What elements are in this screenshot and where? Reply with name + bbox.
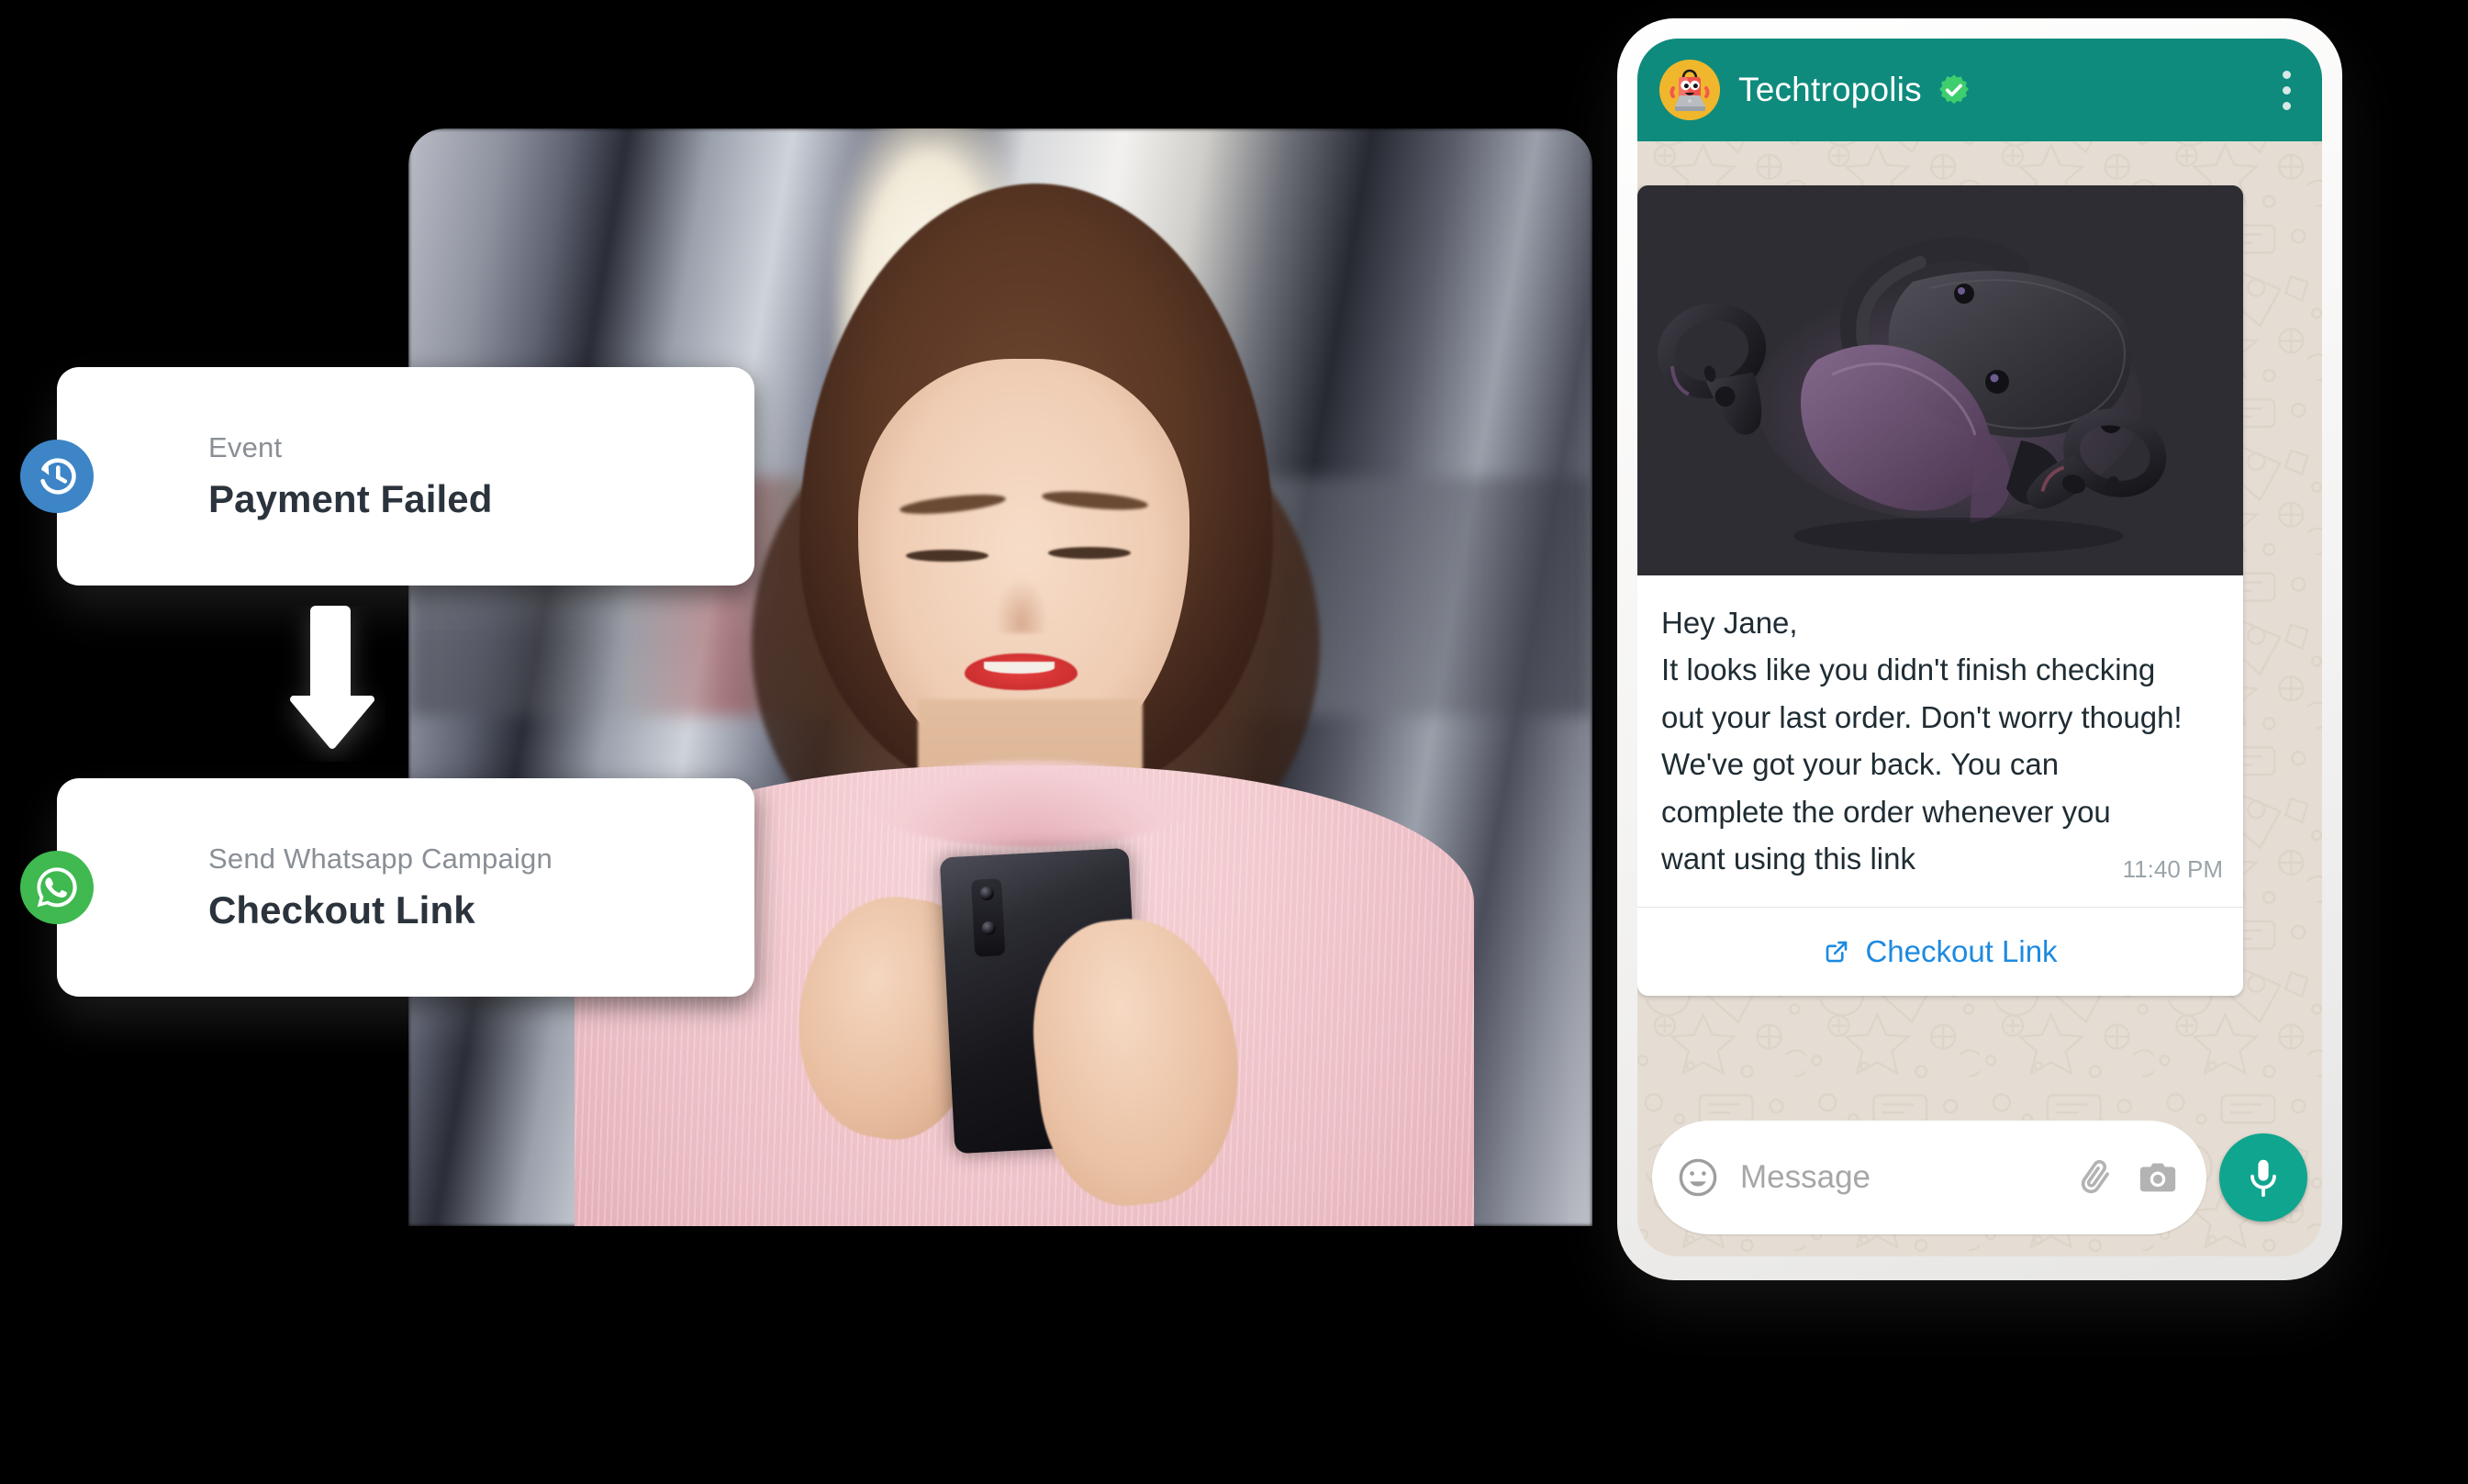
checkout-link-label: Checkout Link: [1865, 933, 2058, 968]
hero-photo: Smiling young woman in a pink knit sweat…: [408, 128, 1592, 1226]
message-line: complete the order whenever you: [1661, 794, 2111, 829]
chat-message-text: Hey Jane, It looks like you didn't finis…: [1637, 575, 2243, 892]
external-link-icon: [1823, 938, 1850, 965]
chat-message-bubble: Hey Jane, It looks like you didn't finis…: [1637, 185, 2243, 996]
photo-person: [408, 128, 1592, 1226]
message-line: It looks like you didn't finish checking: [1661, 653, 2156, 687]
shopping-bag-mascot-avatar[interactable]: [1659, 60, 1720, 120]
message-line: Hey Jane,: [1661, 606, 1798, 640]
vr-headset-product-image[interactable]: [1637, 185, 2243, 575]
screenshot-stage: Smiling young woman in a pink knit sweat…: [0, 0, 2468, 1484]
camera-icon[interactable]: [2137, 1156, 2179, 1199]
paperclip-icon[interactable]: [2074, 1156, 2116, 1199]
arrow-down-icon: [275, 606, 385, 762]
person-collar: [870, 759, 1190, 848]
flow-card-title: Checkout Link: [208, 888, 475, 932]
smartphone-camera-module: [970, 878, 1006, 957]
flow-card-title: Payment Failed: [208, 477, 493, 521]
message-input-placeholder: Message: [1740, 1159, 1871, 1195]
phone-screen: Techtropolis Hey Jane, It looks like you…: [1637, 39, 2322, 1256]
flow-card-subtitle: Send Whatsapp Campaign: [208, 842, 553, 876]
message-line: We've got your back. You can: [1661, 747, 2060, 782]
microphone-icon[interactable]: [2219, 1133, 2307, 1222]
whatsapp-icon: [20, 851, 94, 924]
emoji-smiley-icon[interactable]: [1676, 1155, 1720, 1199]
phone-mockup: Techtropolis Hey Jane, It looks like you…: [1617, 18, 2342, 1280]
message-timestamp: 11:40 PM: [2122, 855, 2223, 884]
checkout-link-button[interactable]: Checkout Link: [1637, 907, 2243, 996]
person-nose: [994, 578, 1048, 634]
history-restore-icon: [20, 440, 94, 513]
person-eye-right: [1047, 546, 1131, 559]
flow-card-event[interactable]: Event Payment Failed: [20, 367, 754, 586]
message-input-field[interactable]: Message: [1652, 1121, 2206, 1234]
flow-card-action[interactable]: Send Whatsapp Campaign Checkout Link: [20, 778, 754, 997]
overflow-menu-icon[interactable]: [2275, 63, 2298, 117]
chat-contact-name: Techtropolis: [1738, 71, 1922, 108]
flow-card-subtitle: Event: [208, 431, 283, 464]
verified-badge-icon: [1937, 73, 1971, 107]
message-line: out your last order. Don't worry though!: [1661, 699, 2183, 734]
chat-header: Techtropolis: [1637, 39, 2322, 141]
chat-composer: Message: [1637, 1121, 2322, 1234]
